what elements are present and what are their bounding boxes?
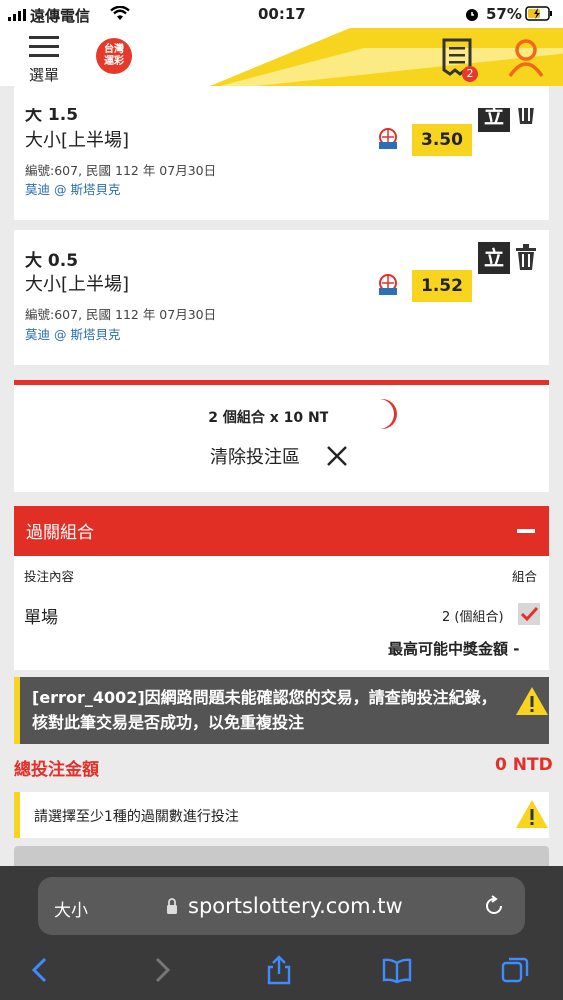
lock-icon <box>167 898 177 914</box>
odds-value[interactable]: 1.52 <box>412 270 472 302</box>
instant-bet-button[interactable]: 立 <box>478 242 510 274</box>
app-header: 選單 台灣 運彩 2 <box>0 28 563 86</box>
parlay-type-label: 單場 <box>24 608 58 628</box>
forward-icon[interactable] <box>146 955 176 985</box>
clock: 00:17 <box>258 5 306 23</box>
live-icon <box>379 274 397 295</box>
url-text[interactable]: sportslottery.com.tw <box>188 894 403 918</box>
bet-meta: 編號:607, 民國 112 年 07月30日 <box>25 307 217 322</box>
total-stake-value: 0 NTD <box>495 755 553 775</box>
bet-match[interactable]: 莫迪 @ 斯塔貝克 <box>25 179 120 198</box>
reload-icon[interactable] <box>483 895 505 917</box>
stake-panel: 2 個組合 x 10 NTD x 清除投注區 <box>14 380 549 492</box>
bookmarks-icon[interactable] <box>382 955 412 985</box>
odds-value[interactable]: 3.50 <box>412 124 472 156</box>
bet-match[interactable]: 莫迪 @ 斯塔貝克 <box>25 324 120 343</box>
bet-card: 大 0.5 大小[上半場] 編號:607, 民國 112 年 07月30日 莫迪… <box>14 230 549 365</box>
column-header-combo: 組合 <box>512 569 538 584</box>
error-message: [error_4002]因網路問題未能確認您的交易，請查詢投注紀錄，核對此筆交易… <box>32 688 497 732</box>
wifi-icon <box>110 6 130 20</box>
total-stake-label: 總投注金額 <box>14 760 99 780</box>
notice-banner: 請選擇至少1種的過關數進行投注 <box>14 792 549 838</box>
parlay-section: 過關組合 投注內容 組合 單場 2 (個組合) 最高可能中獎金額 - <box>14 506 549 670</box>
warning-icon <box>516 687 548 715</box>
bet-meta: 編號:607, 民國 112 年 07月30日 <box>25 163 217 178</box>
error-banner: [error_4002]因網路問題未能確認您的交易，請查詢投注紀錄，核對此筆交易… <box>14 677 549 744</box>
checkmark-icon <box>520 606 539 622</box>
back-icon[interactable] <box>26 955 56 985</box>
combo-checkbox[interactable] <box>518 603 540 625</box>
stake-summary: 2 個組合 x 10 NTD x <box>208 410 355 426</box>
close-icon[interactable] <box>326 445 348 467</box>
live-icon <box>379 128 397 149</box>
share-icon[interactable] <box>264 955 294 985</box>
bet-slip-badge: 2 <box>462 66 478 82</box>
stake-input[interactable] <box>328 399 394 429</box>
menu-label: 選單 <box>28 66 59 84</box>
status-bar: 遠傳電信 00:17 57% <box>0 0 563 28</box>
max-payout: 最高可能中獎金額 - <box>388 640 520 658</box>
bet-market: 大小[上半場] <box>25 130 130 151</box>
carrier-name: 遠傳電信 <box>30 7 91 25</box>
collapse-icon[interactable] <box>517 529 535 533</box>
scroll-overlap <box>14 86 549 108</box>
notice-message: 請選擇至少1種的過關數進行投注 <box>34 809 239 825</box>
parlay-header[interactable]: 過關組合 <box>14 506 549 556</box>
tabs-icon[interactable] <box>500 955 530 985</box>
sports-lottery-logo[interactable]: 台灣 運彩 <box>96 38 132 74</box>
battery-percent: 57% <box>486 5 522 23</box>
signal-icon <box>8 9 26 21</box>
trash-icon[interactable] <box>514 244 538 270</box>
user-icon[interactable] <box>508 38 544 78</box>
warning-icon <box>516 800 548 828</box>
address-bar[interactable]: 大小 sportslottery.com.tw <box>38 877 525 935</box>
menu-button[interactable]: 選單 <box>22 36 66 86</box>
bet-selection: 大 0.5 <box>25 251 79 271</box>
text-size-button[interactable]: 大小 <box>54 896 88 921</box>
parlay-title: 過關組合 <box>26 523 94 543</box>
combo-count: 2 (個組合) <box>442 610 504 625</box>
clear-bets-label[interactable]: 清除投注區 <box>210 443 300 469</box>
column-header-content: 投注內容 <box>24 569 75 584</box>
hamburger-icon <box>29 36 59 57</box>
bet-market: 大小[上半場] <box>25 274 130 295</box>
battery-icon <box>525 6 552 21</box>
alarm-icon <box>466 9 478 21</box>
